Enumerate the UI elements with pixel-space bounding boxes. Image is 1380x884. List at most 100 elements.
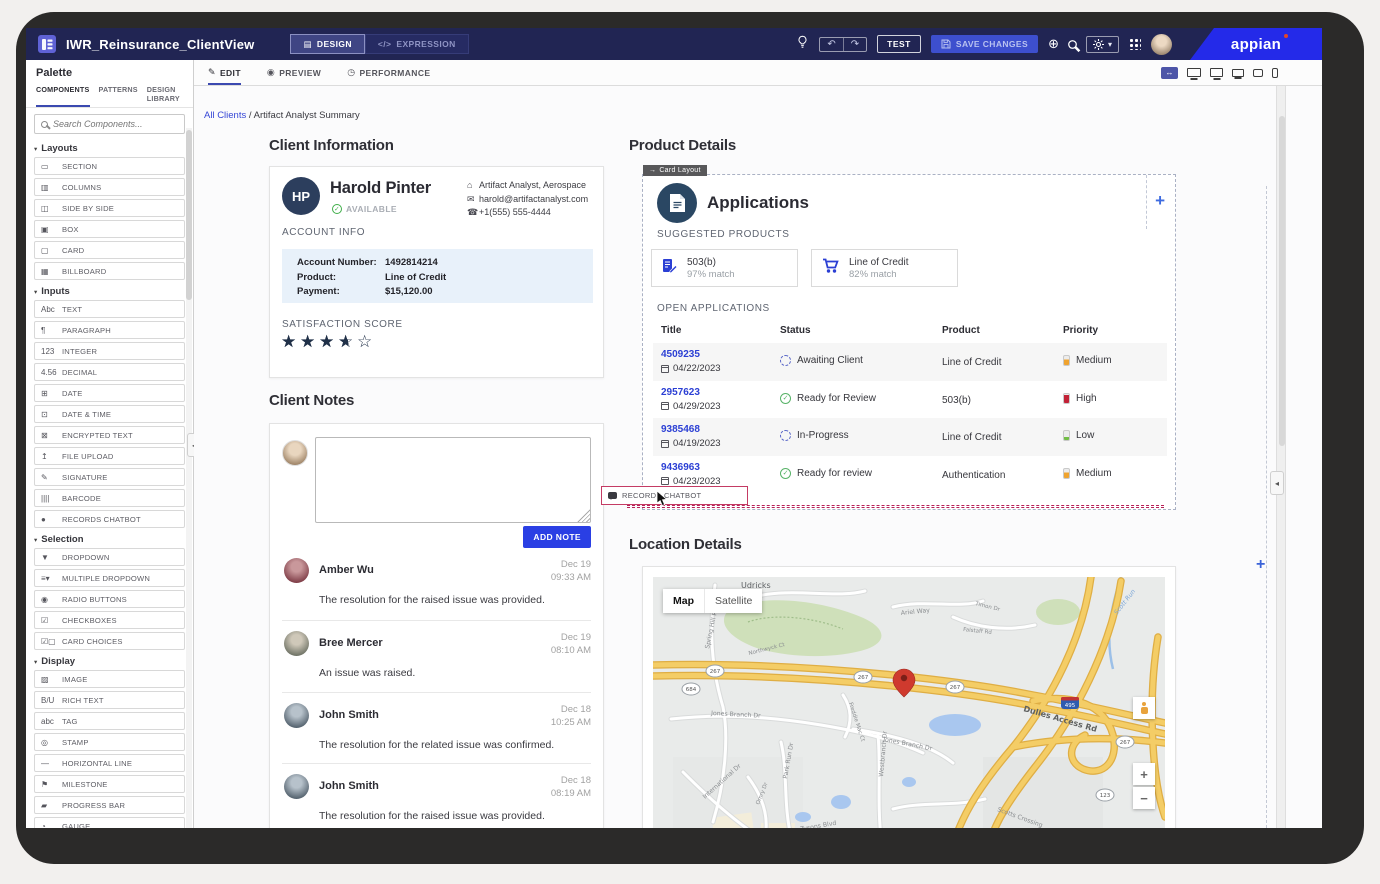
expression-mode-button[interactable]: </>EXPRESSION bbox=[365, 34, 469, 54]
palette-item-paragraph[interactable]: ¶PARAGRAPH bbox=[34, 321, 185, 339]
add-column-plus-icon[interactable]: + bbox=[1256, 556, 1265, 574]
palette-item-text[interactable]: AbcTEXT bbox=[34, 300, 185, 318]
palette-group-selection[interactable]: ▾Selection bbox=[34, 531, 185, 548]
drop-indicator bbox=[627, 505, 1164, 508]
palette-item-integer[interactable]: 123INTEGER bbox=[34, 342, 185, 360]
map-button[interactable]: Map bbox=[663, 589, 704, 613]
palette-item-progress-bar[interactable]: ▰PROGRESS BAR bbox=[34, 796, 185, 814]
add-note-button[interactable]: ADD NOTE bbox=[523, 526, 591, 548]
redo-button[interactable]: ↷ bbox=[843, 38, 866, 51]
billboard-icon: ▦ bbox=[41, 267, 58, 276]
palette-item-radio-buttons[interactable]: ◉RADIO BUTTONS bbox=[34, 590, 185, 608]
palette-item-horizontal-line[interactable]: —HORIZONTAL LINE bbox=[34, 754, 185, 772]
palette-item-box[interactable]: ▣BOX bbox=[34, 220, 185, 238]
search-input[interactable] bbox=[53, 119, 173, 129]
expand-arrow-icon: ◂ bbox=[1275, 479, 1279, 488]
palette-item-image[interactable]: ▨IMAGE bbox=[34, 670, 185, 688]
canvas-scrollbar[interactable] bbox=[1276, 86, 1286, 828]
palette-item-signature[interactable]: ✎SIGNATURE bbox=[34, 468, 185, 486]
search-icon[interactable] bbox=[1068, 40, 1077, 49]
dragged-records-chatbot[interactable]: RECORDS CHATBOT bbox=[601, 486, 748, 505]
priority-icon bbox=[1063, 468, 1070, 479]
tab-performance[interactable]: ◷PERFORMANCE bbox=[347, 60, 430, 85]
stamp-icon: ◎ bbox=[41, 738, 58, 747]
palette-item-barcode[interactable]: ||||BARCODE bbox=[34, 489, 185, 507]
palette-item-dropdown[interactable]: ▼DROPDOWN bbox=[34, 548, 185, 566]
palette-item-date[interactable]: ⊞DATE bbox=[34, 384, 185, 402]
zoom-in-button[interactable]: + bbox=[1133, 763, 1155, 785]
design-mode-button[interactable]: ▤DESIGN bbox=[290, 34, 364, 54]
palette-item-card[interactable]: ▢CARD bbox=[34, 241, 185, 259]
tab-preview[interactable]: ◉PREVIEW bbox=[267, 60, 321, 85]
settings-gear-dropdown[interactable]: ▾ bbox=[1086, 36, 1119, 53]
integer-icon: 123 bbox=[41, 347, 58, 356]
palette-item-date-time[interactable]: ⊡DATE & TIME bbox=[34, 405, 185, 423]
tablet-icon[interactable] bbox=[1253, 69, 1263, 77]
tab-components[interactable]: COMPONENTS bbox=[36, 85, 90, 107]
suggested-product-503-b[interactable]: 503(b)97% match bbox=[651, 249, 798, 287]
palette-group-inputs[interactable]: ▾Inputs bbox=[34, 283, 185, 300]
palette-item-encrypted-text[interactable]: ⊠ENCRYPTED TEXT bbox=[34, 426, 185, 444]
satellite-button[interactable]: Satellite bbox=[704, 589, 762, 613]
user-avatar[interactable] bbox=[1151, 34, 1172, 55]
column-header-title: Title bbox=[661, 325, 681, 336]
note-textarea[interactable] bbox=[315, 437, 591, 523]
auto-width-icon[interactable]: ↔ bbox=[1161, 67, 1178, 79]
desktop-large-icon[interactable] bbox=[1187, 68, 1201, 77]
application-link[interactable]: 9385468 bbox=[661, 424, 721, 435]
undo-button[interactable]: ↶ bbox=[820, 38, 842, 51]
canvas-scrollbar-thumb[interactable] bbox=[1279, 116, 1285, 446]
palette-item-card-choices[interactable]: ☑▢CARD CHOICES bbox=[34, 632, 185, 650]
zoom-out-button[interactable]: − bbox=[1133, 787, 1155, 809]
client-information-card[interactable]: HP Harold Pinter ✓ AVAILABLE ⌂Artifact A… bbox=[269, 166, 604, 378]
palette-group-display[interactable]: ▾Display bbox=[34, 653, 185, 670]
palette-item-gauge[interactable]: ◔GAUGE bbox=[34, 817, 185, 828]
column-header-product: Product bbox=[942, 325, 980, 336]
google-map[interactable]: 267 267 267 267 684 495 123 Udricks Spri… bbox=[653, 577, 1165, 828]
phone-icon[interactable] bbox=[1272, 68, 1278, 78]
palette-item-section[interactable]: ▭SECTION bbox=[34, 157, 185, 175]
pegman-control[interactable] bbox=[1133, 697, 1155, 719]
app-grid-icon[interactable] bbox=[1129, 38, 1141, 50]
palette-item-checkboxes[interactable]: ☑CHECKBOXES bbox=[34, 611, 185, 629]
suggested-product-line-of-credit[interactable]: Line of Credit82% match bbox=[811, 249, 958, 287]
application-link[interactable]: 9436963 bbox=[661, 462, 721, 473]
application-link[interactable]: 4509235 bbox=[661, 349, 721, 360]
check-circle-icon: ✓ bbox=[780, 468, 791, 479]
note-item: John SmithDec 1810:25 AMThe resolution f… bbox=[282, 692, 591, 758]
tab-edit[interactable]: ✎EDIT bbox=[208, 60, 241, 85]
client-notes-card[interactable]: ADD NOTE Amber WuDec 1909:33 AMThe resol… bbox=[269, 423, 604, 828]
laptop-icon[interactable] bbox=[1232, 69, 1244, 77]
palette-item-stamp[interactable]: ◎STAMP bbox=[34, 733, 185, 751]
suggestions-lightbulb-icon[interactable] bbox=[796, 35, 809, 54]
tab-patterns[interactable]: PATTERNS bbox=[99, 85, 138, 107]
palette-item-milestone[interactable]: ⚑MILESTONE bbox=[34, 775, 185, 793]
location-details-card[interactable]: 267 267 267 267 684 495 123 Udricks Spri… bbox=[642, 566, 1176, 828]
palette-item-columns[interactable]: ▥COLUMNS bbox=[34, 178, 185, 196]
save-changes-button[interactable]: SAVE CHANGES bbox=[931, 35, 1038, 53]
palette-item-side-by-side[interactable]: ◫SIDE BY SIDE bbox=[34, 199, 185, 217]
barcode-icon: |||| bbox=[41, 494, 58, 503]
palette-scrollbar-thumb[interactable] bbox=[186, 130, 192, 300]
palette-item-multiple-dropdown[interactable]: ≡▾MULTIPLE DROPDOWN bbox=[34, 569, 185, 587]
palette-item-decimal[interactable]: 4.56DECIMAL bbox=[34, 363, 185, 381]
palette-item-file-upload[interactable]: ↥FILE UPLOAD bbox=[34, 447, 185, 465]
priority-icon bbox=[1063, 430, 1070, 441]
add-component-plus-icon[interactable]: + bbox=[1155, 191, 1165, 211]
tab-design-library[interactable]: DESIGN LIBRARY bbox=[147, 85, 183, 107]
palette-item-rich-text[interactable]: B/URICH TEXT bbox=[34, 691, 185, 709]
localization-globe-icon[interactable]: ⊕ bbox=[1048, 36, 1059, 52]
account-field: Payment:$15,120.00 bbox=[297, 285, 593, 300]
desktop-icon[interactable] bbox=[1210, 68, 1223, 77]
palette-item-billboard[interactable]: ▦BILLBOARD bbox=[34, 262, 185, 280]
test-button[interactable]: TEST bbox=[877, 35, 921, 53]
palette-item-tag[interactable]: abcTAG bbox=[34, 712, 185, 730]
palette-item-records-chatbot[interactable]: ●RECORDS CHATBOT bbox=[34, 510, 185, 528]
panel-expand-handle[interactable]: ◂ bbox=[1270, 471, 1284, 495]
breadcrumb-link[interactable]: All Clients bbox=[204, 110, 246, 121]
palette-group-layouts[interactable]: ▾Layouts bbox=[34, 140, 185, 157]
application-row: 938546804/19/2023In-ProgressLine of Cred… bbox=[653, 418, 1167, 456]
application-link[interactable]: 2957623 bbox=[661, 387, 721, 398]
applications-card-layout[interactable]: →Card Layout Applications + SUGGESTED PR… bbox=[642, 174, 1176, 510]
component-search-box[interactable] bbox=[34, 114, 185, 134]
